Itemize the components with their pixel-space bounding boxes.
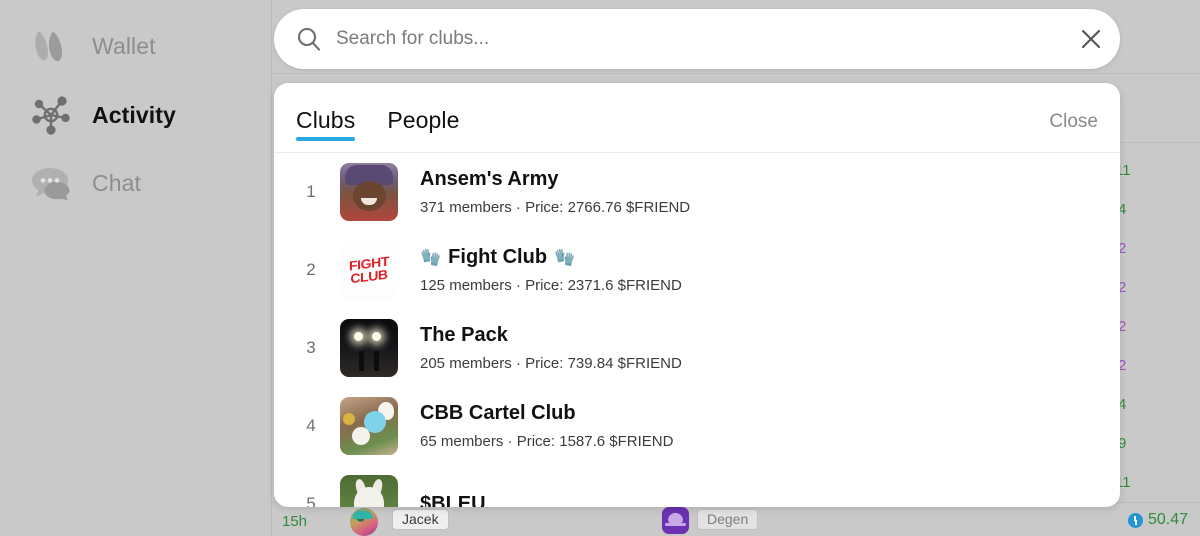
result-meta: 🧤 Fight Club 🧤 125 members · Price: 2371… [420,246,682,294]
club-title: The Pack [420,324,682,347]
fight-club-thumbnail: FIGHT CLUB [340,241,398,299]
club-subtitle: 65 members · Price: 1587.6 $FRIEND [420,433,673,450]
sidebar-item-label: Wallet [92,32,156,59]
the-pack-thumbnail [340,319,398,377]
club-title: CBB Cartel Club [420,402,673,425]
club-results-list[interactable]: 1 Ansem's Army 371 members · Price: 2766… [274,153,1120,507]
post-timestamp: 15h [282,513,308,530]
glove-emoji-suffix: 🧤 [554,247,576,267]
list-item[interactable]: 5 $BLEU [274,465,1120,507]
tab-clubs[interactable]: Clubs [296,83,356,141]
club-title: $BLEU [420,493,486,508]
subtitle-separator: · [515,355,521,372]
close-panel-button[interactable]: Close [1049,83,1098,133]
bleu-thumbnail [340,475,398,507]
app-root: 11 4 2 2 2 2 4 9 11 15h Jacek Degen 50.4… [0,0,1200,536]
club-name: Ansem's Army [420,168,559,190]
fight-club-logo-text: FIGHT CLUB [349,253,389,287]
result-rank: 1 [306,182,316,201]
sidebar-item-label: Chat [92,169,141,196]
activity-network-icon [28,95,74,135]
club-name: The Pack [420,324,508,346]
club-price: Price: 739.84 $FRIEND [525,355,682,372]
search-icon [296,26,322,52]
result-rank: 4 [306,416,316,435]
search-input[interactable] [336,28,1062,50]
sidebar-item-chat[interactable]: Chat [28,160,141,206]
sidebar-item-label: Activity [92,101,176,128]
token-coin-icon [1127,512,1143,528]
subtitle-separator: · [515,199,521,216]
club-name: $BLEU [420,492,486,508]
club-price: Price: 2371.6 $FRIEND [525,277,682,294]
club-members: 125 members [420,277,512,294]
tab-label: People [387,107,460,133]
result-meta: Ansem's Army 371 members · Price: 2766.7… [420,168,690,216]
club-title: Ansem's Army [420,168,690,191]
club-name: CBB Cartel Club [420,402,576,424]
user-avatar[interactable] [350,508,378,536]
close-x-icon[interactable] [1062,10,1120,68]
search-bar [274,9,1120,69]
result-rank: 3 [306,338,316,357]
list-item[interactable]: 4 CBB Cartel Club 65 members · Price: 15… [274,387,1120,465]
subtitle-separator: · [507,433,513,450]
sidebar-item-activity[interactable]: Activity [28,92,176,138]
channel-name-pill[interactable]: Degen [697,509,759,530]
feed-divider [272,73,1200,74]
subtitle-separator: · [515,277,521,294]
club-price: Price: 1587.6 $FRIEND [516,433,674,450]
club-subtitle: 371 members · Price: 2766.76 $FRIEND [420,199,690,216]
chat-bubble-icon [28,163,74,203]
search-results-panel: Clubs People Close 1 Ansem's Army 371 me… [274,83,1120,507]
club-subtitle: 125 members · Price: 2371.6 $FRIEND [420,277,682,294]
club-members: 205 members [420,355,512,372]
club-members: 371 members [420,199,512,216]
club-members: 65 members [420,433,504,450]
bottom-status-bar: 15h Jacek Degen 50.47 [272,503,1200,536]
result-rank: 2 [306,260,316,279]
list-item[interactable]: 2 FIGHT CLUB 🧤 Fight Club 🧤 125 members … [274,231,1120,309]
result-meta: $BLEU [420,493,486,508]
sidebar-item-wallet[interactable]: Wallet [28,23,156,69]
list-item[interactable]: 3 The Pack 205 members · Price: 739.84 $… [274,309,1120,387]
wallet-icon [28,26,74,66]
user-name-pill[interactable]: Jacek [392,509,449,530]
tab-label: Clubs [296,107,356,133]
club-name: Fight Club [448,246,548,268]
result-meta: The Pack 205 members · Price: 739.84 $FR… [420,324,682,372]
cbb-cartel-club-thumbnail [340,397,398,455]
balance-indicator[interactable]: 50.47 [1127,511,1188,529]
list-item[interactable]: 1 Ansem's Army 371 members · Price: 2766… [274,153,1120,231]
sidebar: Wallet Activity Chat [0,0,272,536]
result-rank: 5 [306,494,316,507]
tab-people[interactable]: People [387,83,459,134]
club-price: Price: 2766.76 $FRIEND [525,199,691,216]
balance-amount: 50.47 [1147,511,1188,528]
ansem-army-thumbnail [340,163,398,221]
club-subtitle: 205 members · Price: 739.84 $FRIEND [420,355,682,372]
active-tab-underline [296,137,356,141]
degen-hat-icon[interactable] [662,507,689,534]
club-title: 🧤 Fight Club 🧤 [420,246,682,269]
glove-emoji-prefix: 🧤 [420,247,442,267]
result-meta: CBB Cartel Club 65 members · Price: 1587… [420,402,673,450]
results-tab-bar: Clubs People Close [274,83,1120,153]
